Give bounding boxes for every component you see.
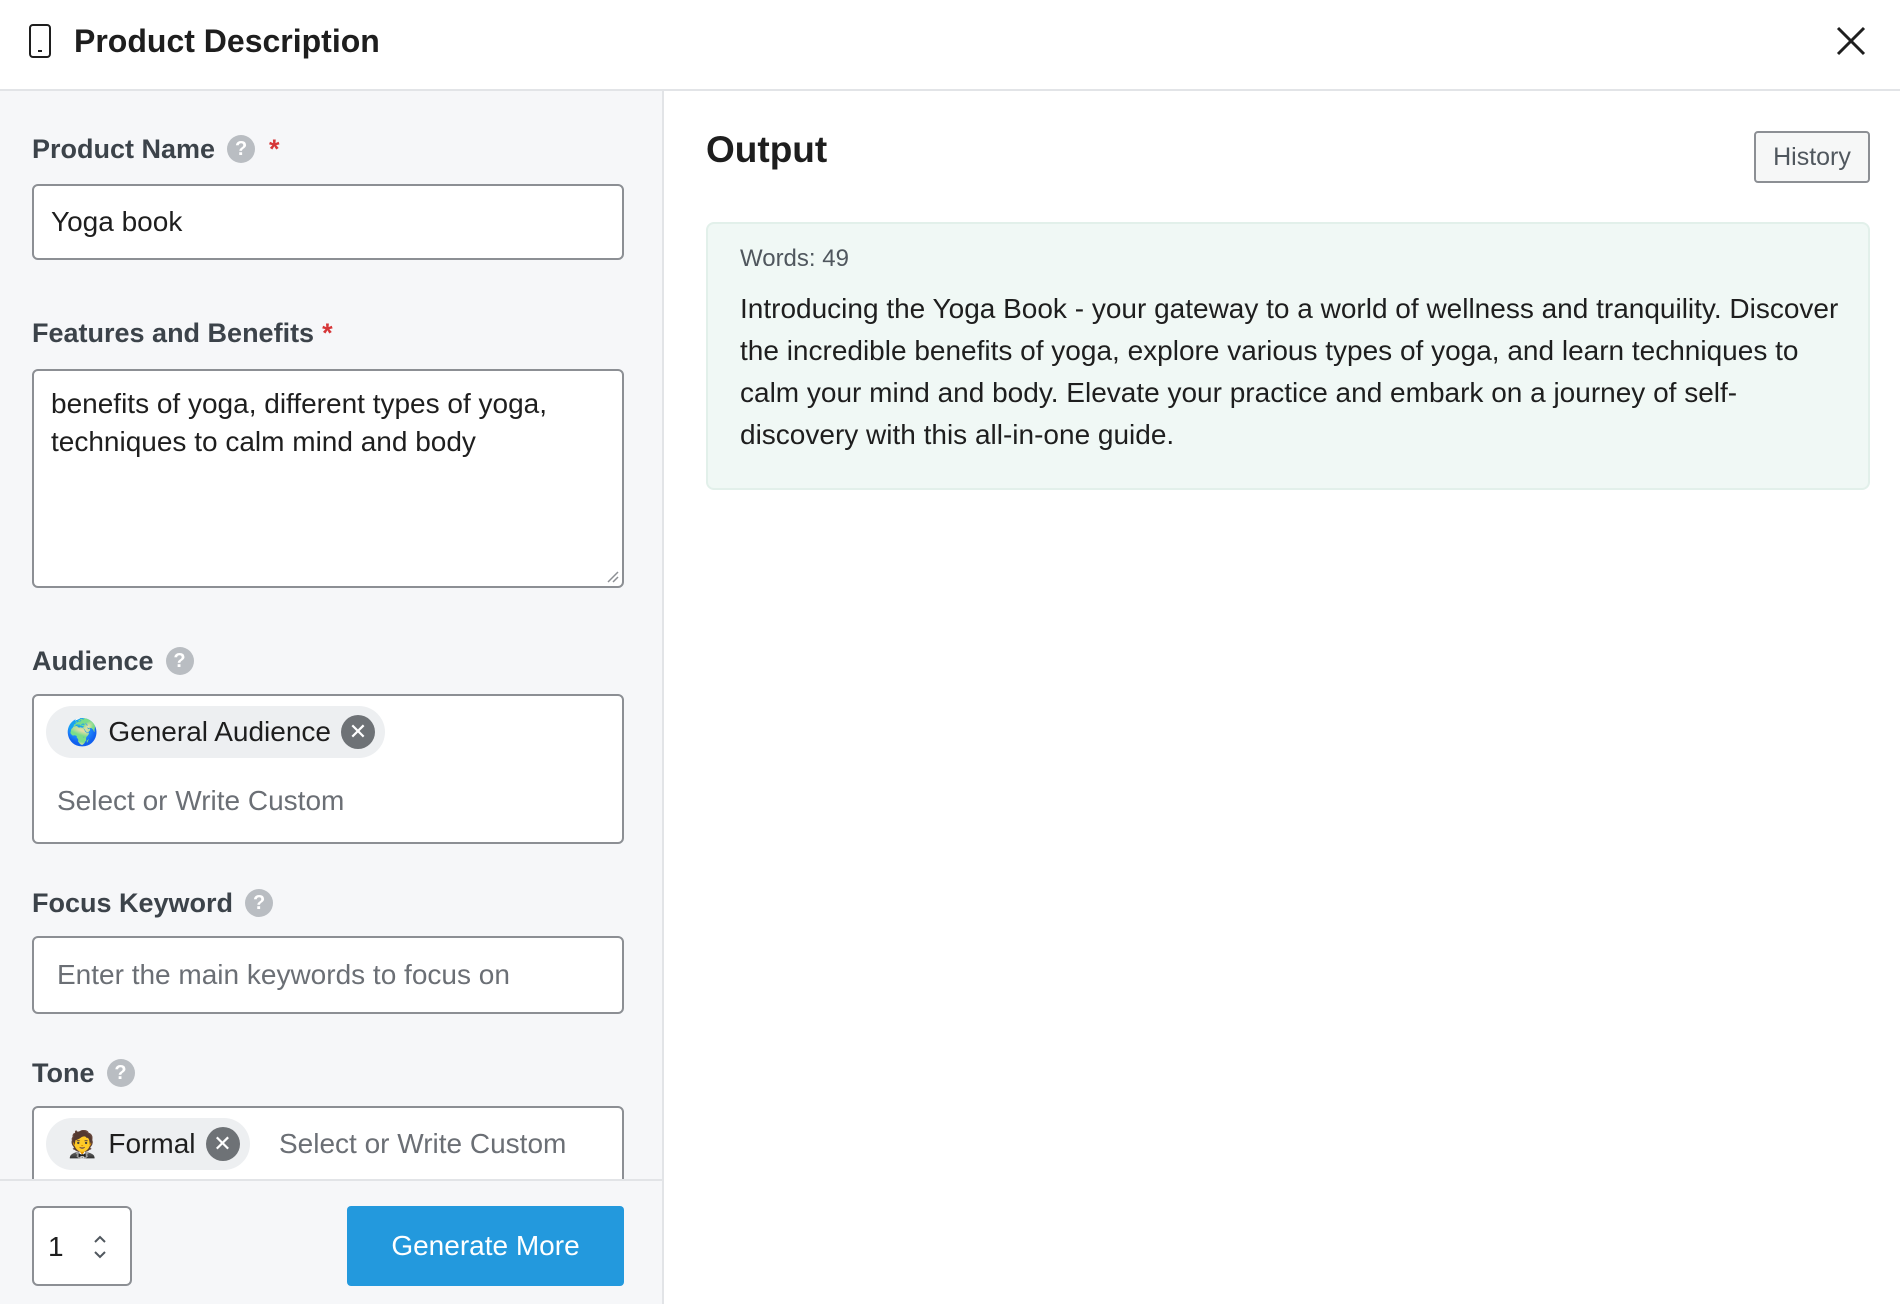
features-textarea[interactable]: benefits of yoga, different types of yog… [32, 369, 624, 588]
form-footer: 1 Generate More [0, 1179, 662, 1304]
audience-chip-label: General Audience [108, 716, 331, 747]
help-icon[interactable]: ? [165, 647, 194, 675]
tone-placeholder[interactable]: Select or Write Custom [279, 1125, 566, 1163]
product-name-input[interactable]: Yoga book [32, 184, 624, 260]
remove-chip-icon[interactable]: ✕ [340, 715, 375, 749]
resize-handle-icon[interactable] [604, 568, 620, 584]
globe-icon: 🌍 [66, 717, 99, 747]
count-value: 1 [48, 1231, 64, 1262]
generate-more-button[interactable]: Generate More [347, 1206, 624, 1286]
audience-chip: 🌍 General Audience ✕ [46, 706, 385, 758]
person-in-tuxedo-icon: 🤵 [66, 1129, 99, 1159]
word-count: Words: 49 [740, 245, 849, 272]
required-mark: * [322, 318, 333, 348]
stepper-arrows-icon[interactable] [90, 1230, 110, 1264]
focus-keyword-input[interactable]: Enter the main keywords to focus on [32, 936, 624, 1014]
modal-header: Product Description [0, 0, 1900, 91]
focus-keyword-label: Focus Keyword ? [32, 886, 274, 920]
required-mark: * [269, 134, 280, 164]
focus-keyword-placeholder: Enter the main keywords to focus on [57, 959, 510, 990]
audience-placeholder[interactable]: Select or Write Custom [57, 782, 344, 820]
audience-select[interactable]: 🌍 General Audience ✕ Select or Write Cus… [32, 694, 624, 844]
tone-label: Tone ? [32, 1056, 135, 1090]
help-icon[interactable]: ? [245, 889, 274, 917]
help-icon[interactable]: ? [227, 135, 256, 163]
output-title: Output [706, 129, 828, 170]
output-panel: Output History Words: 49 Introducing the… [666, 91, 1900, 1304]
mobile-device-icon [29, 24, 51, 58]
count-stepper[interactable]: 1 [32, 1206, 132, 1286]
help-icon[interactable]: ? [106, 1059, 135, 1087]
close-icon[interactable] [1832, 22, 1870, 60]
remove-chip-icon[interactable]: ✕ [205, 1127, 240, 1161]
tone-chip: 🤵 Formal ✕ [46, 1118, 250, 1170]
form-panel: Product Name ? * Yoga book Features and … [0, 91, 664, 1304]
output-result-box: Words: 49 Introducing the Yoga Book - yo… [706, 222, 1870, 490]
audience-label: Audience ? [32, 644, 194, 678]
product-name-value: Yoga book [51, 206, 183, 237]
history-button[interactable]: History [1754, 131, 1870, 183]
features-value: benefits of yoga, different types of yog… [51, 388, 548, 457]
features-label: Features and Benefits * [32, 318, 333, 348]
modal-title: Product Description [74, 23, 380, 59]
product-name-label: Product Name ? * [32, 134, 280, 164]
tone-chip-label: Formal [108, 1128, 196, 1159]
output-text[interactable]: Introducing the Yoga Book - your gateway… [740, 288, 1850, 456]
